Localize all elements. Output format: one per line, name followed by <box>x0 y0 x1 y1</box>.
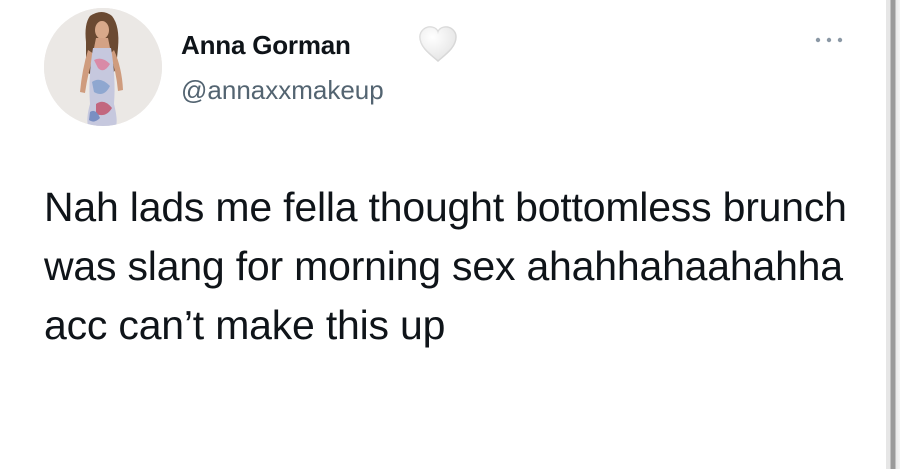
tweet-text: Nah lads me fella thought bottomless bru… <box>44 184 847 348</box>
more-options-button[interactable] <box>812 30 846 50</box>
profile-photo-icon <box>44 8 162 126</box>
author-handle[interactable]: @annaxxmakeup <box>181 74 384 106</box>
white-heart-icon <box>416 24 460 64</box>
more-options-icon <box>815 37 843 43</box>
author-display-name[interactable]: Anna Gorman <box>181 29 351 61</box>
avatar[interactable] <box>44 8 162 126</box>
window-edge <box>886 0 900 469</box>
tweet-card: Anna Gorman @annaxxmakeup Nah lads me fe… <box>0 0 886 469</box>
